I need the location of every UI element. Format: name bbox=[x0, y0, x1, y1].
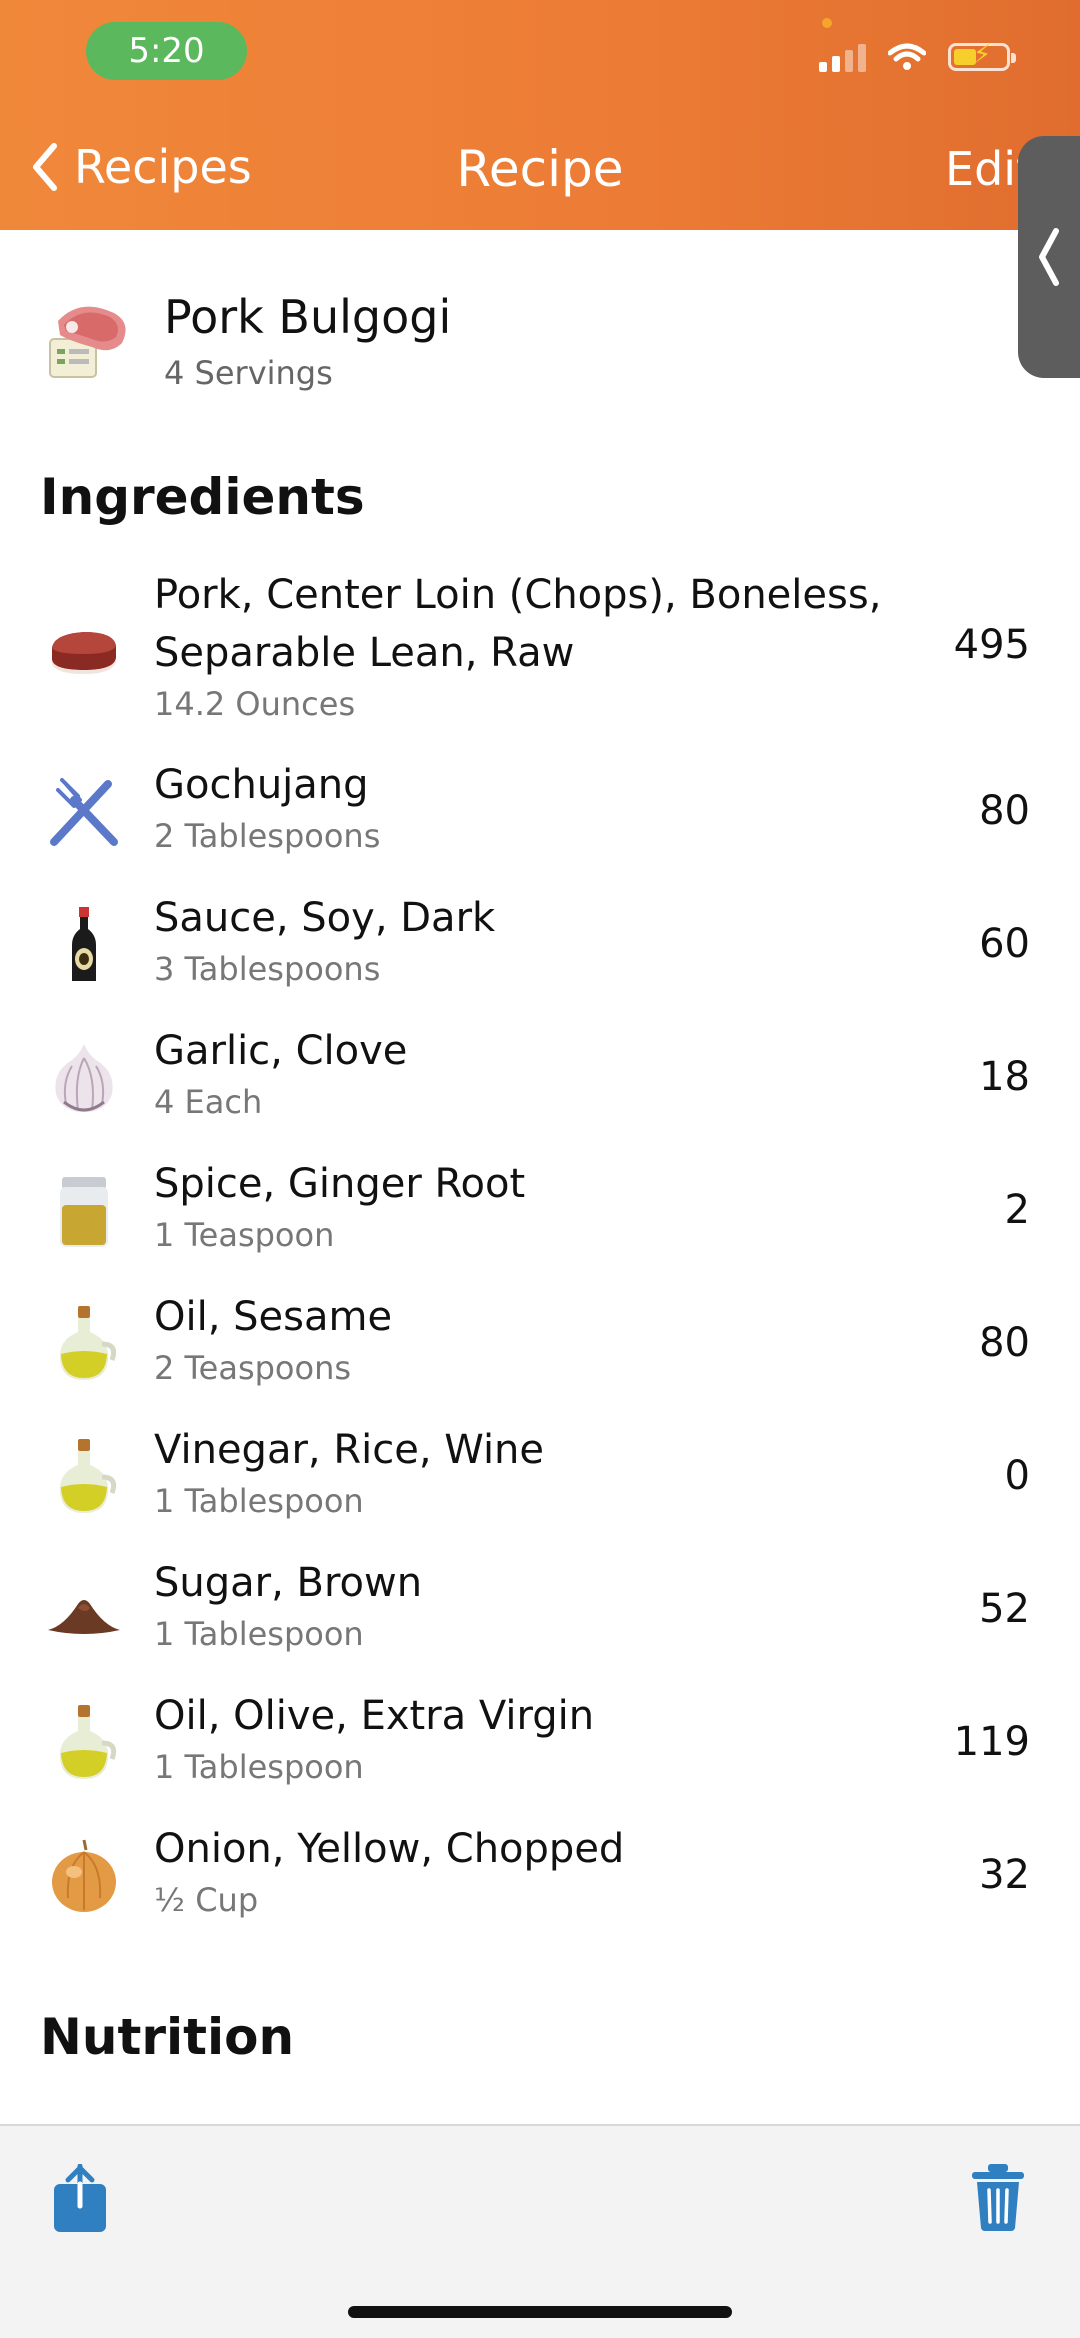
ingredient-name: Garlic, Clove bbox=[154, 1028, 408, 1074]
share-icon[interactable] bbox=[52, 2164, 108, 2234]
ingredient-name: Gochujang bbox=[154, 762, 369, 808]
ingredient-name: Vinegar, Rice, Wine bbox=[154, 1427, 545, 1473]
nutrition-heading: Nutrition bbox=[40, 2008, 295, 2066]
ingredient-calories: 60 bbox=[979, 921, 1030, 967]
ingredient-calories: 18 bbox=[979, 1054, 1030, 1100]
ingredient-amount: 4 Each bbox=[154, 1083, 263, 1121]
ingredient-amount: 14.2 Ounces bbox=[154, 685, 356, 723]
trash-icon[interactable] bbox=[970, 2162, 1026, 2232]
oil-bottle-icon bbox=[59, 1705, 117, 1779]
utensils-icon bbox=[50, 778, 118, 846]
status-time: 5:20 bbox=[86, 22, 247, 80]
ingredient-amount: ½ Cup bbox=[154, 1881, 259, 1919]
brown-sugar-pile-icon bbox=[48, 1600, 120, 1634]
oil-bottle-icon bbox=[59, 1306, 117, 1380]
ingredient-amount: 3 Tablespoons bbox=[154, 950, 381, 988]
ingredient-amount: 1 Tablespoon bbox=[154, 1748, 364, 1786]
ingredient-calories: 495 bbox=[953, 622, 1030, 668]
spice-jar-icon bbox=[60, 1177, 108, 1247]
recipe-title-block: Pork Bulgogi 4 Servings bbox=[164, 290, 451, 392]
ingredient-amount: 2 Tablespoons bbox=[154, 817, 381, 855]
chevron-left-icon bbox=[1039, 228, 1059, 286]
ingredient-row[interactable]: Sauce, Soy, Dark 3 Tablespoons 60 bbox=[0, 889, 1080, 999]
home-indicator[interactable] bbox=[348, 2306, 732, 2318]
ingredient-name: Sauce, Soy, Dark bbox=[154, 895, 496, 941]
soy-sauce-bottle-icon bbox=[72, 907, 96, 981]
onion-icon bbox=[52, 1839, 116, 1912]
privacy-indicator-dot bbox=[822, 18, 832, 28]
ingredient-name: Onion, Yellow, Chopped bbox=[154, 1826, 625, 1872]
recipe-header: Pork Bulgogi 4 Servings bbox=[40, 290, 451, 392]
garlic-icon bbox=[55, 1044, 113, 1112]
nav-header: 5:20 ⚡ Recipes Recipe Edit bbox=[0, 0, 1080, 230]
battery-icon: ⚡ bbox=[948, 42, 1016, 71]
recipe-servings: 4 Servings bbox=[164, 354, 333, 392]
ingredient-name: Spice, Ginger Root bbox=[154, 1161, 526, 1207]
ingredient-calories: 80 bbox=[979, 1320, 1030, 1366]
cellular-signal-icon bbox=[819, 42, 866, 72]
status-icons: ⚡ bbox=[819, 42, 1016, 72]
ingredient-row[interactable]: Oil, Sesame 2 Teaspoons 80 bbox=[0, 1288, 1080, 1398]
oil-bottle-icon bbox=[59, 1439, 117, 1513]
recipe-name: Pork Bulgogi bbox=[164, 290, 452, 344]
ingredient-name: Pork, Center Loin (Chops), Boneless, Sep… bbox=[154, 572, 882, 676]
ingredient-calories: 80 bbox=[979, 788, 1030, 834]
ingredient-calories: 52 bbox=[979, 1586, 1030, 1632]
ingredient-calories: 119 bbox=[953, 1719, 1030, 1765]
ingredient-row[interactable]: Pork, Center Loin (Chops), Boneless, Sep… bbox=[0, 566, 1080, 734]
ingredient-name: Sugar, Brown bbox=[154, 1560, 423, 1606]
ingredient-amount: 1 Teaspoon bbox=[154, 1216, 335, 1254]
ingredient-row[interactable]: Garlic, Clove 4 Each 18 bbox=[0, 1022, 1080, 1132]
meat-icon bbox=[52, 632, 116, 674]
ingredient-calories: 0 bbox=[1004, 1453, 1030, 1499]
ingredients-heading: Ingredients bbox=[40, 468, 365, 526]
ingredient-calories: 2 bbox=[1004, 1187, 1030, 1233]
ingredient-amount: 2 Teaspoons bbox=[154, 1349, 352, 1387]
ingredient-row[interactable]: Spice, Ginger Root 1 Teaspoon 2 bbox=[0, 1155, 1080, 1265]
side-panel-handle[interactable] bbox=[1018, 136, 1080, 378]
ingredient-row[interactable]: Oil, Olive, Extra Virgin 1 Tablespoon 11… bbox=[0, 1687, 1080, 1797]
recipe-card-meat-icon bbox=[49, 306, 126, 378]
ingredient-row[interactable]: Vinegar, Rice, Wine 1 Tablespoon 0 bbox=[0, 1421, 1080, 1531]
ingredient-row[interactable]: Sugar, Brown 1 Tablespoon 52 bbox=[0, 1554, 1080, 1664]
wifi-icon bbox=[888, 43, 926, 70]
page-title: Recipe bbox=[456, 140, 624, 198]
ingredient-row[interactable]: Gochujang 2 Tablespoons 80 bbox=[0, 756, 1080, 866]
ingredient-name: Oil, Sesame bbox=[154, 1294, 393, 1340]
ingredient-amount: 1 Tablespoon bbox=[154, 1482, 364, 1520]
ingredient-row[interactable]: Onion, Yellow, Chopped ½ Cup 32 bbox=[0, 1820, 1080, 1930]
ingredient-calories: 32 bbox=[979, 1852, 1030, 1898]
ingredient-amount: 1 Tablespoon bbox=[154, 1615, 364, 1653]
ingredient-name: Oil, Olive, Extra Virgin bbox=[154, 1693, 595, 1739]
